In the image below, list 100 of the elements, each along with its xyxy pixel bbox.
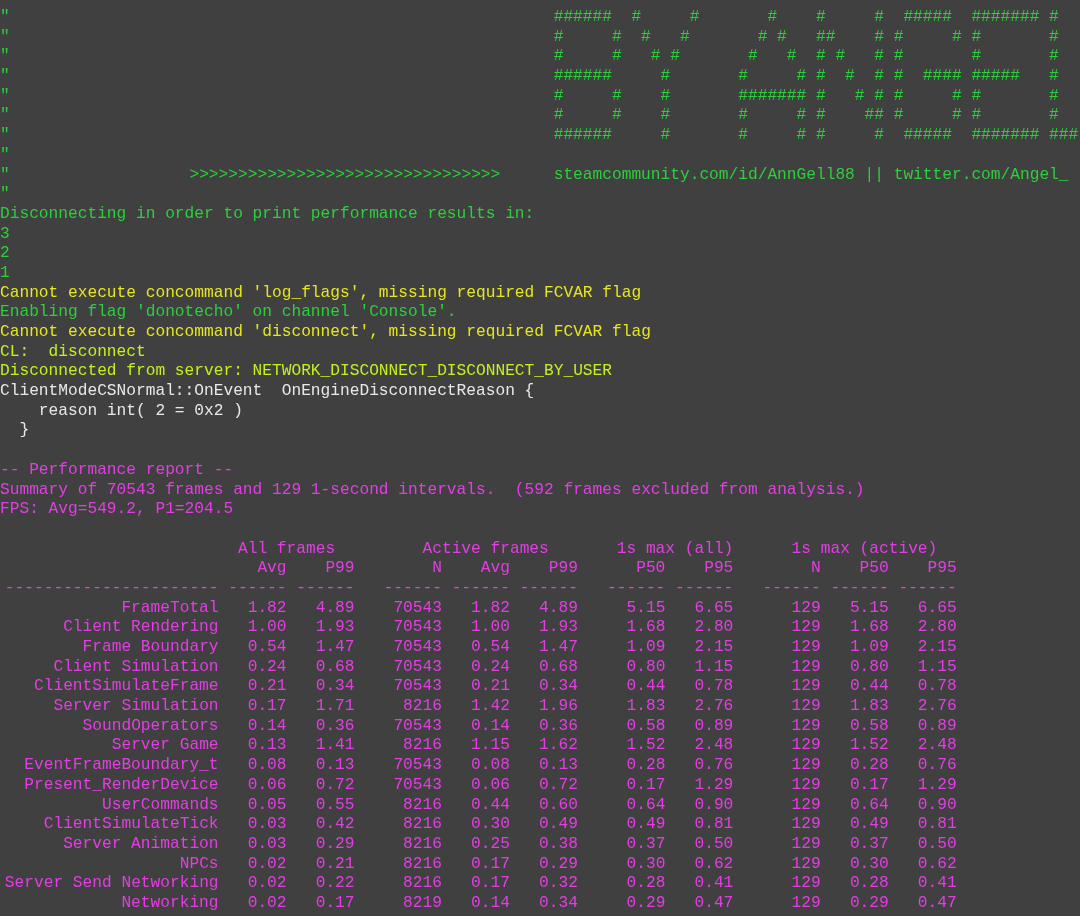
table-cell: 2.80	[917, 618, 957, 638]
table-cell: 5.15	[849, 598, 889, 619]
quote-mark: "	[0, 47, 10, 68]
table-cell: 4.89	[539, 598, 578, 619]
table-cell: 0.29	[626, 893, 666, 914]
table-cell: 0.17	[247, 697, 287, 717]
console-line: Summary of 70543 frames and 129 1-second intervals. (592 frames excluded from analysis.)	[0, 480, 865, 499]
row-label: Networking	[121, 893, 219, 914]
rule-text: ------	[228, 578, 287, 599]
table-cell: 0.41	[917, 874, 957, 894]
table-cell: 8216	[403, 815, 442, 835]
table-cell: 1.15	[694, 657, 734, 678]
table-cell: 129	[791, 775, 821, 796]
table-cell: 0.90	[917, 795, 957, 816]
console-line: 3	[0, 224, 10, 243]
table-cell: 0.80	[849, 657, 889, 678]
row-label: Server Send Networking	[4, 874, 219, 894]
table-cell: 0.29	[849, 893, 889, 914]
row-label: Client Simulation	[53, 657, 219, 678]
column-header: Avg	[257, 559, 287, 579]
table-cell: 8216	[403, 795, 442, 816]
table-cell: 0.05	[247, 795, 287, 816]
table-cell: 1.52	[626, 736, 666, 757]
table-cell: 70543	[393, 657, 442, 678]
table-cell: 0.72	[539, 775, 578, 796]
table-cell: 0.28	[849, 874, 889, 894]
table-cell: 1.82	[247, 598, 287, 619]
table-cell: 0.68	[539, 657, 578, 678]
console-line: Cannot execute concommand 'log_flags', missing required FCVAR flag	[0, 283, 642, 302]
table-cell: 0.64	[849, 795, 889, 816]
table-cell: 0.49	[626, 815, 666, 835]
table-cell: 70543	[393, 716, 442, 737]
table-cell: 0.50	[917, 834, 957, 855]
table-cell: 0.47	[917, 893, 957, 914]
table-cell: 0.14	[471, 893, 510, 914]
table-cell: 1.93	[539, 618, 578, 638]
row-label: NPCs	[179, 854, 219, 875]
console-line: Disconnected from server: NETWORK_DISCONNECT_DISCONNECT_BY_USER	[0, 362, 612, 381]
table-cell: 129	[791, 834, 821, 855]
table-cell: 1.62	[539, 736, 578, 757]
table-cell: 0.49	[539, 815, 578, 835]
row-label: Frame Boundary	[82, 638, 219, 658]
table-cell: 0.06	[471, 775, 510, 796]
table-cell: 129	[791, 795, 821, 816]
table-cell: 0.54	[247, 638, 287, 658]
column-header: N	[811, 559, 821, 579]
console-line: Disconnecting in order to print performance results in:	[0, 204, 535, 223]
url-text: steamcommunity.com/id/AnnGell88 || twitter.com/Angel_	[553, 165, 1069, 186]
table-cell: 0.08	[471, 756, 510, 776]
table-cell: 0.89	[917, 716, 957, 737]
table-cell: 0.37	[626, 834, 666, 855]
rule-text: ------	[898, 578, 957, 599]
table-cell: 0.21	[315, 854, 355, 875]
table-cell: 0.30	[626, 854, 666, 875]
console-line: -- Performance report --	[0, 460, 234, 479]
rule-text: ------	[296, 578, 355, 599]
table-cell: 129	[791, 716, 821, 737]
table-cell: 129	[791, 815, 821, 835]
table-cell: 8219	[403, 893, 442, 914]
table-cell: 2.76	[917, 697, 957, 717]
table-cell: 0.90	[694, 795, 734, 816]
row-label: UserCommands	[102, 795, 219, 816]
table-cell: 8216	[403, 854, 442, 875]
ascii-art-line: # # # # # # ## # # # #	[553, 106, 1059, 127]
rule-text: ------	[383, 578, 442, 599]
table-cell: 0.28	[626, 874, 666, 894]
ascii-art-line: # # # # # # # # # # # #	[553, 47, 1059, 68]
table-cell: 0.30	[471, 815, 510, 835]
table-cell: 0.58	[849, 716, 889, 737]
table-cell: 0.55	[315, 795, 355, 816]
column-header: P99	[548, 559, 578, 579]
table-cell: 0.13	[315, 756, 355, 776]
row-label: Client Rendering	[63, 618, 219, 638]
row-label: Server Simulation	[53, 697, 219, 717]
table-cell: 0.03	[247, 834, 287, 855]
table-cell: 1.00	[247, 618, 287, 638]
column-header: P95	[704, 559, 734, 579]
table-cell: 0.29	[315, 834, 355, 855]
ascii-art-line: ###### # # # # # # # #### ##### #	[553, 67, 1059, 87]
table-cell: 6.65	[917, 598, 957, 619]
table-cell: 0.32	[539, 874, 578, 894]
row-label: Server Animation	[63, 834, 219, 855]
table-cell: 129	[791, 618, 821, 638]
table-cell: 0.49	[849, 815, 889, 835]
table-cell: 0.38	[539, 834, 578, 855]
table-cell: 2.15	[694, 638, 734, 658]
console-line: }	[18, 421, 30, 440]
table-cell: 0.37	[849, 834, 889, 855]
table-cell: 0.34	[539, 893, 578, 914]
table-cell: 0.28	[626, 756, 666, 776]
table-cell: 8216	[403, 736, 442, 757]
row-label: Present_RenderDevice	[24, 775, 219, 796]
table-cell: 0.34	[539, 677, 578, 698]
table-cell: 0.68	[315, 657, 355, 678]
table-cell: 2.80	[694, 618, 734, 638]
column-header: P50	[859, 559, 889, 579]
table-cell: 129	[791, 874, 821, 894]
table-cell: 2.48	[917, 736, 957, 757]
group-header: 1s max (all)	[616, 539, 734, 560]
table-cell: 129	[791, 598, 821, 619]
